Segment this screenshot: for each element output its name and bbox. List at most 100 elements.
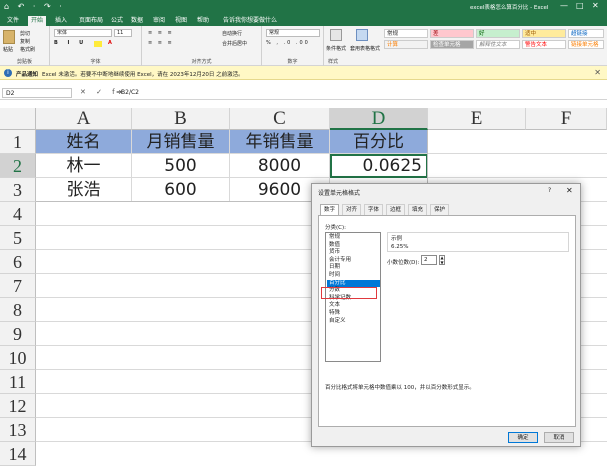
category-item[interactable]: 自定义 [327, 318, 380, 326]
cut-button[interactable]: 剪切 [20, 30, 30, 37]
merge-center-button[interactable]: 合并后居中 [222, 40, 247, 47]
style-warning[interactable]: 警告文本 [522, 40, 566, 49]
tab-home[interactable]: 开始 [28, 16, 47, 26]
formula-input[interactable]: =B2/C2 [116, 89, 139, 96]
align-buttons[interactable]: ≡ ≡ ≡ [148, 30, 174, 36]
tab-file[interactable]: 文件 [4, 16, 22, 26]
category-item[interactable]: 货币 [327, 249, 380, 257]
row-header-6[interactable]: 6 [0, 250, 36, 274]
tab-fill[interactable]: 填充 [408, 204, 428, 215]
cell-c2[interactable]: 8000 [230, 154, 330, 178]
clipboard-group: 粘贴 剪切 复制 格式刷 剪贴板 [0, 26, 50, 66]
tab-alignment[interactable]: 对齐 [342, 204, 362, 215]
ok-button[interactable]: 确定 [508, 432, 538, 443]
style-check-cell[interactable]: 检查单元格 [430, 40, 474, 49]
format-painter-button[interactable]: 格式刷 [20, 46, 35, 53]
tab-font[interactable]: 字体 [364, 204, 384, 215]
row-header-10[interactable]: 10 [0, 346, 36, 370]
style-calculation[interactable]: 计算 [384, 40, 428, 49]
category-item[interactable]: 特殊 [327, 310, 380, 318]
close-window-button[interactable]: ✕ [592, 1, 599, 10]
cell-a2[interactable]: 林一 [36, 154, 132, 178]
row-header-5[interactable]: 5 [0, 226, 36, 250]
row-header-4[interactable]: 4 [0, 202, 36, 226]
style-linked-cell[interactable]: 链接单元格 [568, 40, 604, 49]
cell-b3[interactable]: 600 [132, 178, 230, 202]
style-hyperlink[interactable]: 超链接 [568, 29, 604, 38]
column-header-c[interactable]: C [230, 108, 330, 130]
style-normal[interactable]: 常规 [384, 29, 428, 38]
cell-d1[interactable]: 百分比 [330, 130, 428, 154]
row-header-9[interactable]: 9 [0, 322, 36, 346]
close-dialog-button[interactable]: ✕ [566, 186, 573, 195]
font-size-select[interactable]: 11 [114, 29, 132, 37]
tab-insert[interactable]: 插入 [52, 16, 70, 26]
row-header-13[interactable]: 13 [0, 418, 36, 442]
row-header-2[interactable]: 2 [0, 154, 36, 178]
cell-a1[interactable]: 姓名 [36, 130, 132, 154]
minimize-button[interactable]: — [560, 1, 568, 10]
sample-value: 6.25% [391, 244, 409, 250]
style-neutral[interactable]: 适中 [522, 29, 566, 38]
number-format-buttons[interactable]: % , .0 .00 [266, 40, 310, 46]
row-header-1[interactable]: 1 [0, 130, 36, 154]
row-header-11[interactable]: 11 [0, 370, 36, 394]
bold-italic-underline-buttons[interactable]: B I U [54, 40, 87, 46]
category-item[interactable]: 常规 [327, 234, 380, 242]
paste-button[interactable]: 粘贴 [3, 46, 13, 53]
info-icon: i [4, 69, 12, 77]
name-box[interactable]: D2 [2, 88, 72, 98]
cancel-button[interactable]: 取消 [544, 432, 574, 443]
decimal-spinner[interactable]: ▲ ▼ [439, 255, 445, 265]
quick-access-toolbar[interactable]: ⌂ ↶ · ↷ · [4, 2, 65, 11]
format-as-table-button[interactable]: 套用表格格式 [350, 45, 380, 52]
wrap-text-button[interactable]: 自动换行 [222, 30, 242, 37]
row-header-3[interactable]: 3 [0, 178, 36, 202]
category-item[interactable]: 文本 [327, 302, 380, 310]
indent-buttons[interactable]: ≡ ≡ ≡ [148, 40, 174, 46]
font-name-select[interactable]: 宋体 [54, 29, 112, 37]
number-format-select[interactable]: 常规 [266, 29, 320, 37]
tab-view[interactable]: 视图 [172, 16, 190, 26]
column-header-b[interactable]: B [132, 108, 230, 130]
column-header-d[interactable]: D [330, 108, 428, 130]
tell-me-search[interactable]: 告诉我你想要做什么 [220, 16, 280, 26]
dialog-title: 设置单元格格式 [318, 190, 361, 197]
category-item[interactable]: 日期 [327, 264, 380, 272]
column-header-a[interactable]: A [36, 108, 132, 130]
tab-help[interactable]: 帮助 [194, 16, 212, 26]
style-explanatory[interactable]: 解释性文本 [476, 40, 520, 49]
copy-button[interactable]: 复制 [20, 38, 30, 45]
tab-review[interactable]: 审阅 [150, 16, 168, 26]
cell-c1[interactable]: 年销售量 [230, 130, 330, 154]
column-header-f[interactable]: F [526, 108, 607, 130]
fill-color-icon[interactable] [94, 41, 102, 47]
row-header-8[interactable]: 8 [0, 298, 36, 322]
select-all-corner[interactable] [0, 108, 36, 130]
cell-b1[interactable]: 月销售量 [132, 130, 230, 154]
category-item[interactable]: 时间 [327, 272, 380, 280]
tab-page-layout[interactable]: 页面布局 [76, 16, 106, 26]
tab-data[interactable]: 数据 [128, 16, 146, 26]
column-header-e[interactable]: E [428, 108, 526, 130]
tab-formulas[interactable]: 公式 [108, 16, 126, 26]
decimal-places-input[interactable]: 2 [421, 255, 437, 265]
close-notice-button[interactable]: ✕ [594, 68, 601, 77]
tab-protection[interactable]: 保护 [430, 204, 450, 215]
maximize-button[interactable]: □ [576, 1, 584, 10]
font-group: 宋体 11 B I U A 字体 [50, 26, 142, 66]
format-as-table-icon [356, 29, 368, 41]
cell-d2-selected[interactable]: 0.0625 [330, 154, 428, 178]
row-header-14[interactable]: 14 [0, 442, 36, 466]
tab-border[interactable]: 边框 [386, 204, 406, 215]
conditional-format-button[interactable]: 条件格式 [326, 45, 346, 52]
tab-number[interactable]: 数字 [320, 204, 340, 215]
cell-a3[interactable]: 张浩 [36, 178, 132, 202]
row-header-12[interactable]: 12 [0, 394, 36, 418]
help-button[interactable]: ? [548, 187, 551, 194]
font-color-icon[interactable]: A [108, 40, 112, 46]
style-good[interactable]: 好 [476, 29, 520, 38]
cell-b2[interactable]: 500 [132, 154, 230, 178]
row-header-7[interactable]: 7 [0, 274, 36, 298]
style-bad[interactable]: 差 [430, 29, 474, 38]
